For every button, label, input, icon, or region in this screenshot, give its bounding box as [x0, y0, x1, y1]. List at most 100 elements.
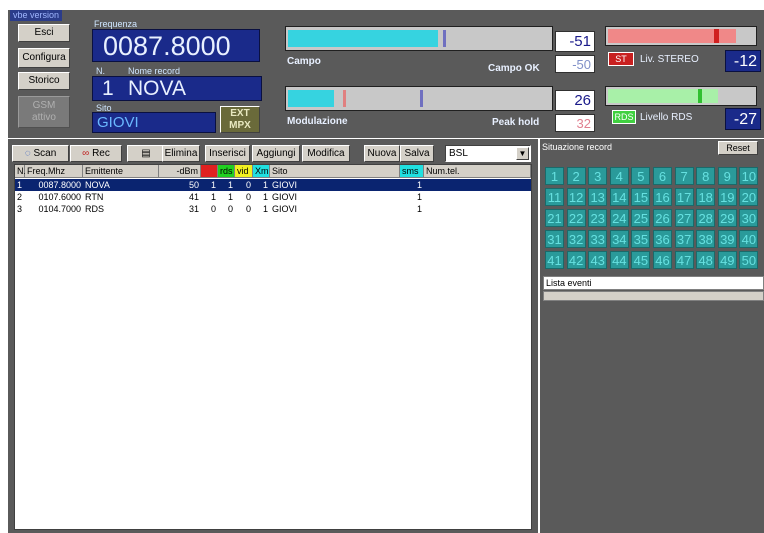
modulazione-peak-marker [343, 90, 346, 107]
reset-button[interactable]: Reset [718, 141, 758, 155]
record-slot[interactable]: 39 [717, 230, 737, 248]
table-scrollbar[interactable] [532, 164, 538, 530]
cell-emittente: RDS [85, 204, 105, 214]
record-slot[interactable]: 9 [717, 167, 737, 185]
record-slot[interactable]: 20 [739, 188, 759, 206]
n-label: N. [96, 66, 105, 76]
record-slot[interactable]: 28 [696, 209, 716, 227]
rec-icon: ∞ [82, 148, 90, 159]
col-dbm[interactable]: -dBm [159, 165, 201, 178]
record-slot[interactable]: 25 [631, 209, 651, 227]
record-slot[interactable]: 8 [696, 167, 716, 185]
record-slot[interactable]: 35 [631, 230, 651, 248]
record-slot[interactable]: 33 [588, 230, 608, 248]
record-slot[interactable]: 3 [588, 167, 608, 185]
stereo-marker [714, 29, 719, 43]
record-slot[interactable]: 18 [696, 188, 716, 206]
record-slot[interactable]: 21 [545, 209, 564, 227]
bsl-select[interactable]: BSL ▼ [445, 145, 531, 162]
record-slot[interactable]: 38 [696, 230, 716, 248]
record-slot[interactable]: 13 [588, 188, 608, 206]
record-slot[interactable]: 36 [653, 230, 672, 248]
cell-st: 0 [210, 204, 216, 214]
modifica-button[interactable]: Modifica [302, 145, 350, 162]
table-row[interactable]: 2 0107.6000 RTN 41 1 1 0 1 GIOVI 1 [15, 191, 531, 203]
record-slot[interactable]: 17 [674, 188, 694, 206]
cell-rds: 1 [227, 192, 233, 202]
record-slot[interactable]: 34 [609, 230, 629, 248]
record-slot[interactable]: 19 [717, 188, 737, 206]
col-sms[interactable]: sms [400, 165, 424, 178]
record-slot[interactable]: 6 [653, 167, 672, 185]
elimina-button[interactable]: Elimina [162, 145, 200, 162]
record-slot[interactable]: 31 [545, 230, 564, 248]
record-slot[interactable]: 32 [566, 230, 586, 248]
salva-button[interactable]: Salva [400, 145, 434, 162]
col-n[interactable]: N. [15, 165, 26, 178]
record-slot[interactable]: 7 [674, 167, 694, 185]
col-emittente[interactable]: Emittente [83, 165, 159, 178]
record-slot[interactable]: 2 [566, 167, 586, 185]
table-row[interactable]: 1 0087.8000 NOVA 50 1 1 0 1 GIOVI 1 [15, 179, 531, 191]
record-slot[interactable]: 50 [739, 251, 759, 269]
record-slot[interactable]: 5 [631, 167, 651, 185]
record-slot[interactable]: 47 [674, 251, 694, 269]
record-slot[interactable]: 42 [566, 251, 586, 269]
record-slot[interactable]: 4 [609, 167, 629, 185]
situazione-record-label: Situazione record [542, 142, 613, 152]
col-rds[interactable]: rds [218, 165, 235, 178]
record-slot[interactable]: 22 [566, 209, 586, 227]
record-slot[interactable]: 29 [717, 209, 737, 227]
clipboard-icon: ▤ [141, 148, 151, 159]
lista-eventi-list[interactable] [543, 291, 764, 301]
record-slot[interactable]: 37 [674, 230, 694, 248]
inserisci-button[interactable]: Inserisci [205, 145, 250, 162]
record-slot[interactable]: 27 [674, 209, 694, 227]
cell-sms: 1 [416, 180, 422, 190]
cell-st: 1 [210, 180, 216, 190]
rec-button[interactable]: ∞ Rec [70, 145, 122, 162]
aggiungi-button[interactable]: Aggiungi [252, 145, 300, 162]
col-freq[interactable]: Freq.Mhz [25, 165, 83, 178]
col-numtel[interactable]: Num.tel. [424, 165, 531, 178]
configura-button[interactable]: Configura [18, 48, 70, 68]
gsm-attivo-button[interactable]: GSM attivo [18, 96, 70, 128]
col-st[interactable]: st [201, 165, 218, 178]
record-slot[interactable]: 30 [739, 209, 759, 227]
record-slot[interactable]: 41 [545, 251, 564, 269]
chevron-down-icon[interactable]: ▼ [516, 147, 529, 160]
record-slot[interactable]: 15 [631, 188, 651, 206]
record-slot[interactable]: 14 [609, 188, 629, 206]
record-slot[interactable]: 48 [696, 251, 716, 269]
record-slot[interactable]: 45 [631, 251, 651, 269]
nuova-button[interactable]: Nuova [364, 145, 400, 162]
record-slot[interactable]: 26 [653, 209, 672, 227]
ext-label: EXT [230, 108, 250, 119]
gsm-attivo-label: attivo [32, 112, 56, 123]
scan-button[interactable]: ◌ Scan [12, 145, 69, 162]
record-slot[interactable]: 43 [588, 251, 608, 269]
rds-badge: RDS [612, 110, 636, 124]
record-slot[interactable]: 12 [566, 188, 586, 206]
col-vid[interactable]: vid [235, 165, 253, 178]
record-slot[interactable]: 10 [739, 167, 759, 185]
cell-freq: 0104.7000 [38, 204, 81, 214]
record-slot[interactable]: 16 [653, 188, 672, 206]
col-xm[interactable]: Xm [253, 165, 270, 178]
table-row[interactable]: 3 0104.7000 RDS 31 0 0 0 1 GIOVI 1 [15, 203, 531, 215]
record-slot[interactable]: 44 [609, 251, 629, 269]
record-slot[interactable]: 11 [545, 188, 564, 206]
record-slot[interactable]: 40 [739, 230, 759, 248]
esci-button[interactable]: Esci [18, 24, 70, 42]
record-slot[interactable]: 23 [588, 209, 608, 227]
record-slot[interactable]: 24 [609, 209, 629, 227]
cell-rds: 0 [227, 204, 233, 214]
storico-button[interactable]: Storico [18, 72, 70, 90]
record-slot[interactable]: 49 [717, 251, 737, 269]
record-slot[interactable]: 46 [653, 251, 672, 269]
clear-icon-button[interactable]: ▤ [127, 145, 165, 162]
col-sito[interactable]: Sito [270, 165, 400, 178]
bsl-select-value: BSL [449, 148, 468, 159]
ext-mpx-button[interactable]: EXT MPX [220, 106, 260, 133]
record-slot[interactable]: 1 [545, 167, 564, 185]
